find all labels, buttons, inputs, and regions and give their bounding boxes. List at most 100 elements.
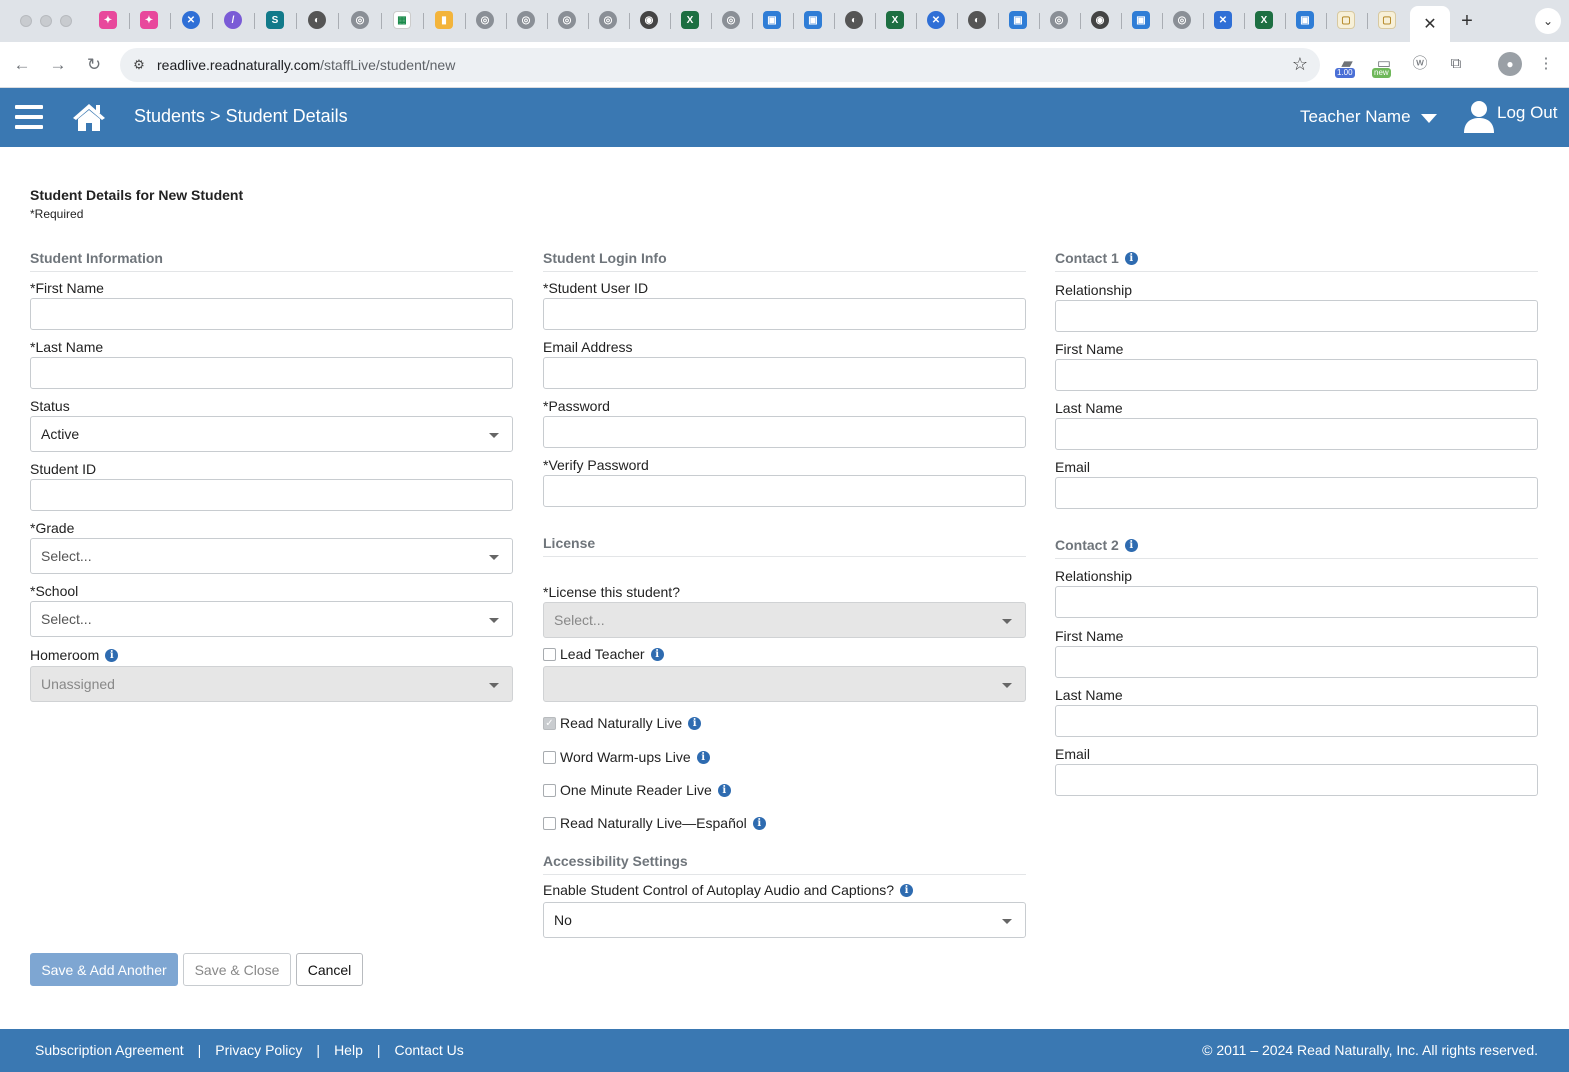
contact2-relationship-input[interactable] (1055, 586, 1538, 618)
email-address-input[interactable] (543, 357, 1026, 389)
tab-favicon-grid-icon[interactable]: ▦ (393, 11, 411, 29)
browser-menu-icon[interactable]: ⋮ (1534, 52, 1558, 76)
tab-favicon-globe-icon[interactable]: ◐ (968, 11, 986, 29)
teacher-menu[interactable]: Teacher Name (1300, 107, 1437, 127)
tab-favicon-cube-icon[interactable]: ▣ (804, 11, 822, 29)
url-text[interactable]: readlive.readnaturally.com/staffLive/stu… (157, 57, 455, 73)
window-zoom-dot[interactable] (60, 15, 72, 27)
school-select[interactable]: Select... (30, 601, 513, 637)
breadcrumb[interactable]: Students > Student Details (134, 106, 348, 127)
bookmark-star-icon[interactable]: ☆ (1292, 54, 1308, 75)
student-id-input[interactable] (30, 479, 513, 511)
contact1-email-input[interactable] (1055, 477, 1538, 509)
active-tab[interactable]: ✕ (1410, 6, 1450, 42)
contact1-last-name-input[interactable] (1055, 418, 1538, 450)
tab-favicon-puzzle-icon[interactable]: ✦ (140, 11, 158, 29)
tab-close-icon[interactable]: ✕ (1423, 14, 1436, 34)
tab-search-chevron-icon[interactable]: ⌄ (1535, 8, 1561, 34)
contact-us-link[interactable]: Contact Us (395, 1042, 464, 1058)
tab-favicon-chrome-icon[interactable]: ◉ (1091, 11, 1109, 29)
tab-favicon-cube-icon[interactable]: ▣ (1132, 11, 1150, 29)
autoplay-select[interactable]: No (543, 902, 1026, 938)
tab-favicon-excel-icon[interactable]: X (681, 11, 699, 29)
tab-favicon-cube-icon[interactable]: ▣ (763, 11, 781, 29)
tab-favicon-chrome-icon[interactable]: ◉ (640, 11, 658, 29)
tab-favicon-x-icon[interactable]: ✕ (927, 11, 945, 29)
forward-arrow-icon[interactable]: → (46, 53, 70, 77)
tab-favicon-sharepoint-icon[interactable]: S (266, 11, 284, 29)
info-icon[interactable]: i (752, 816, 766, 830)
window-minimize-dot[interactable] (40, 15, 52, 27)
save-close-button[interactable]: Save & Close (183, 953, 291, 986)
tab-favicon-confluence-icon[interactable]: ✕ (1214, 11, 1232, 29)
tab-favicon-gear-icon[interactable]: ◎ (558, 11, 576, 29)
subscription-agreement-link[interactable]: Subscription Agreement (35, 1042, 184, 1058)
tab-favicon-globe-icon[interactable]: ◐ (308, 11, 326, 29)
info-icon[interactable]: i (688, 716, 702, 730)
home-icon[interactable] (72, 102, 106, 132)
license-student-label: *License this student? (543, 584, 680, 600)
cancel-button[interactable]: Cancel (296, 953, 363, 986)
tab-favicon-cube-icon[interactable]: ▣ (1009, 11, 1027, 29)
logout-button[interactable]: Log Out (1463, 100, 1558, 134)
one-minute-reader-live-checkbox[interactable] (543, 783, 556, 797)
tab-favicon-excel-icon[interactable]: X (1255, 11, 1273, 29)
lead-teacher-checkbox[interactable] (543, 647, 556, 661)
back-arrow-icon[interactable]: ← (10, 53, 34, 77)
tab-favicon-compass-icon[interactable]: / (224, 11, 242, 29)
tab-favicon-gear-icon[interactable]: ◎ (1173, 11, 1191, 29)
tab-favicon-gear-icon[interactable]: ◎ (517, 11, 535, 29)
last-name-input[interactable] (30, 357, 513, 389)
word-warmups-live-checkbox[interactable] (543, 750, 556, 764)
tab-favicon-globe-icon[interactable]: ◐ (845, 11, 863, 29)
save-add-another-button[interactable]: Save & Add Another (30, 953, 178, 986)
contact2-email-input[interactable] (1055, 764, 1538, 796)
tab-favicon-x-icon[interactable]: ✕ (182, 11, 200, 29)
tab-favicon-cube-icon[interactable]: ▣ (1296, 11, 1314, 29)
window-close-dot[interactable] (20, 15, 32, 27)
tab-divider (998, 13, 999, 29)
help-link[interactable]: Help (334, 1042, 363, 1058)
student-user-id-input[interactable] (543, 298, 1026, 330)
info-icon[interactable]: i (650, 647, 664, 661)
password-input[interactable] (543, 416, 1026, 448)
status-select[interactable]: Active (30, 416, 513, 452)
tab-favicon-box-icon[interactable]: ▮ (435, 11, 453, 29)
extension-screenshot-icon[interactable]: ▭ new (1372, 52, 1396, 78)
info-icon[interactable]: i (1124, 538, 1138, 552)
extension-wordpress-icon[interactable]: ⓦ (1408, 52, 1432, 76)
privacy-policy-link[interactable]: Privacy Policy (215, 1042, 302, 1058)
status-value: Active (41, 426, 80, 442)
profile-avatar[interactable]: ● (1498, 52, 1522, 76)
tab-favicon-puzzle-icon[interactable]: ✦ (99, 11, 117, 29)
extensions-puzzle-icon[interactable]: ⧉ (1444, 52, 1468, 76)
tab-favicon-gear-icon[interactable]: ◎ (1050, 11, 1068, 29)
tab-favicon-gear-icon[interactable]: ◎ (476, 11, 494, 29)
tab-favicon-excel-icon[interactable]: X (886, 11, 904, 29)
contact2-first-name-input[interactable] (1055, 646, 1538, 678)
extension-video-icon[interactable]: ▰ 1.00 (1335, 52, 1359, 78)
info-icon[interactable]: i (1124, 251, 1138, 265)
contact2-last-name-input[interactable] (1055, 705, 1538, 737)
info-icon[interactable]: i (105, 648, 119, 662)
contact1-relationship-input[interactable] (1055, 300, 1538, 332)
tab-favicon-book-icon[interactable]: ▢ (1378, 11, 1396, 29)
info-icon[interactable]: i (717, 783, 731, 797)
info-icon[interactable]: i (696, 750, 710, 764)
tab-favicon-book-icon[interactable]: ▢ (1337, 11, 1355, 29)
hamburger-menu-icon[interactable] (15, 105, 43, 130)
read-naturally-live-espanol-checkbox[interactable] (543, 816, 556, 830)
new-tab-button[interactable]: + (1456, 10, 1478, 32)
grade-select[interactable]: Select... (30, 538, 513, 574)
site-settings-icon[interactable]: ⚙ (130, 56, 148, 74)
first-name-input[interactable] (30, 298, 513, 330)
teacher-name: Teacher Name (1300, 107, 1411, 126)
tab-favicon-gear-icon[interactable]: ◎ (722, 11, 740, 29)
verify-password-input[interactable] (543, 475, 1026, 507)
reload-icon[interactable]: ↻ (82, 53, 106, 77)
info-icon[interactable]: i (900, 883, 914, 897)
tab-favicon-gear-icon[interactable]: ◎ (599, 11, 617, 29)
tab-favicon-gear-icon[interactable]: ◎ (351, 11, 369, 29)
address-bar[interactable]: ⚙ readlive.readnaturally.com/staffLive/s… (120, 48, 1320, 82)
contact1-first-name-input[interactable] (1055, 359, 1538, 391)
